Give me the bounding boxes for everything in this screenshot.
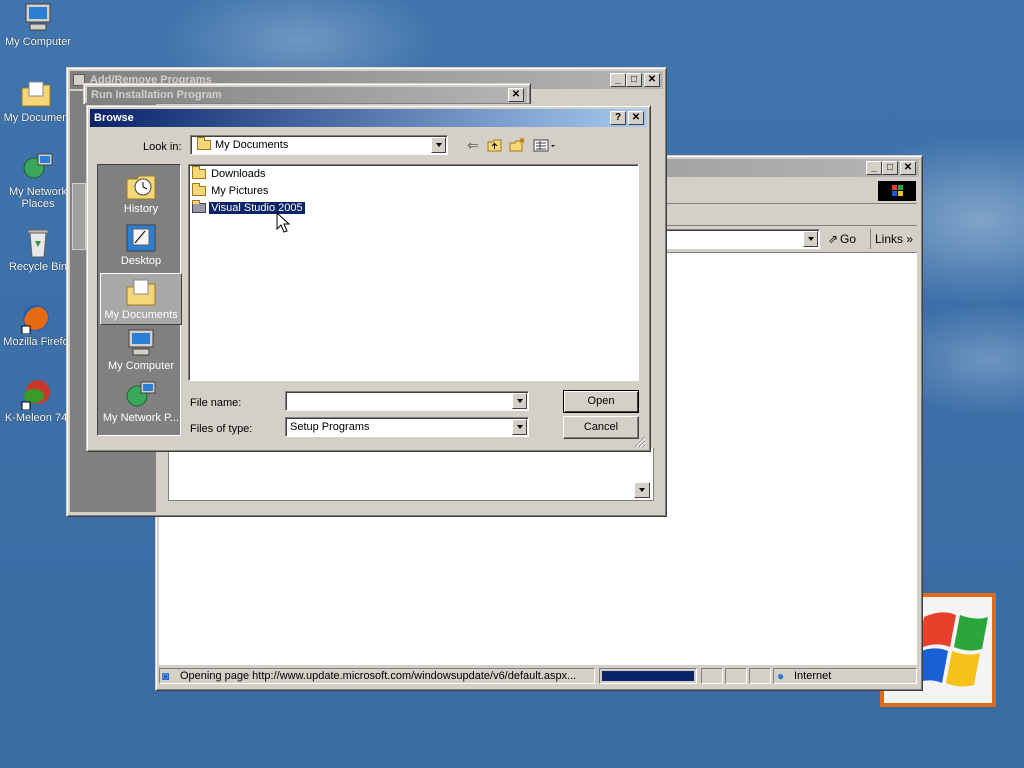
links-toolbar[interactable]: Links » xyxy=(870,229,916,249)
help-button[interactable]: ? xyxy=(610,111,626,125)
desktop-icon-label: Mozilla Firefo xyxy=(3,336,69,348)
view-menu-icon[interactable] xyxy=(532,137,558,153)
folder-icon xyxy=(197,137,211,151)
list-item[interactable]: Downloads xyxy=(192,166,267,182)
close-button[interactable]: ✕ xyxy=(900,161,916,175)
places-item-my-computer[interactable]: My Computer xyxy=(100,325,182,377)
resize-grip-icon[interactable] xyxy=(633,435,646,448)
go-button[interactable]: ⇗ Go xyxy=(826,229,866,249)
cancel-button[interactable]: Cancel xyxy=(563,416,639,439)
ie-throbber xyxy=(878,181,916,201)
scroll-down-arrow[interactable] xyxy=(634,482,650,498)
chevron-down-icon[interactable] xyxy=(803,231,818,247)
desktop-icon-label: K-Meleon 74 xyxy=(4,412,68,424)
places-bar: History Desktop My Documents My Computer… xyxy=(97,164,182,436)
add-remove-side-tab[interactable] xyxy=(72,183,86,250)
folder-icon xyxy=(192,166,206,180)
status-cell-blank xyxy=(725,668,747,684)
desktop-icon-my-documents[interactable]: My Documen xyxy=(0,78,74,124)
files-of-type-label: Files of type: xyxy=(190,423,253,435)
chevron-down-icon[interactable] xyxy=(512,419,527,435)
security-zone: ● Internet xyxy=(773,668,917,684)
maximize-button[interactable]: □ xyxy=(626,73,642,87)
firefox-icon xyxy=(20,302,52,335)
desktop-icon-mozilla-firefox[interactable]: Mozilla Firefo xyxy=(0,302,74,348)
file-name-input[interactable] xyxy=(285,391,529,411)
add-remove-content-panel xyxy=(168,448,654,501)
file-name-label: File name: xyxy=(190,397,242,409)
status-text: ◙ Opening page http://www.update.microso… xyxy=(159,668,595,684)
new-folder-icon[interactable] xyxy=(508,137,526,153)
desktop-icon xyxy=(125,223,157,253)
files-of-type-dropdown[interactable]: Setup Programs xyxy=(285,417,529,437)
places-item-desktop[interactable]: Desktop xyxy=(100,220,182,272)
status-cell-blank xyxy=(701,668,723,684)
computer-icon xyxy=(22,2,54,34)
documents-folder-icon xyxy=(20,78,52,110)
chevron-down-icon[interactable] xyxy=(512,393,527,409)
desktop-icon-my-computer[interactable]: My Computer xyxy=(0,2,76,48)
close-button[interactable]: ✕ xyxy=(644,73,660,87)
file-list[interactable]: Downloads My Pictures Visual Studio 2005 xyxy=(188,164,639,381)
run-install-title-bar[interactable]: Run Installation Program xyxy=(87,87,527,103)
places-item-history[interactable]: History xyxy=(100,168,182,220)
look-in-label: Look in: xyxy=(143,141,182,153)
go-arrow-icon: ⇗ xyxy=(827,232,839,246)
minimize-button[interactable]: _ xyxy=(610,73,626,87)
desktop-icon-label: My Network Places xyxy=(8,186,68,210)
desktop-icon-label: My Documen xyxy=(3,112,69,124)
run-installation-program-dialog[interactable]: Run Installation Program ✕ xyxy=(83,83,531,104)
minimize-button[interactable]: _ xyxy=(866,161,882,175)
desktop-icon-recycle-bin[interactable]: Recycle Bin xyxy=(0,227,76,273)
look-in-dropdown[interactable]: My Documents xyxy=(190,135,448,155)
chevron-right-icon: » xyxy=(906,232,914,246)
pictures-folder-icon xyxy=(192,183,206,197)
browse-title-bar[interactable]: Browse xyxy=(90,109,647,127)
close-button[interactable]: ✕ xyxy=(508,88,524,102)
maximize-button[interactable]: □ xyxy=(882,161,898,175)
progress-bar-fill xyxy=(602,671,694,681)
ie-status-bar: ◙ Opening page http://www.update.microso… xyxy=(159,665,917,687)
chevron-down-icon[interactable] xyxy=(431,137,446,153)
history-icon xyxy=(125,171,157,201)
back-arrow-icon[interactable]: ⇐ xyxy=(464,137,482,153)
desktop-icon-label: Recycle Bin xyxy=(8,261,68,273)
places-item-my-documents[interactable]: My Documents xyxy=(100,273,182,325)
folder-icon xyxy=(192,200,206,214)
mouse-cursor-icon xyxy=(276,211,292,234)
desktop-icon-my-network-places[interactable]: My Network Places xyxy=(0,152,76,210)
desktop-icon-label: My Computer xyxy=(4,36,72,48)
open-button[interactable]: Open xyxy=(563,390,639,413)
documents-folder-icon xyxy=(125,277,157,307)
up-folder-icon[interactable] xyxy=(486,137,504,153)
globe-icon: ● xyxy=(777,669,785,683)
desktop-icon-k-meleon[interactable]: K-Meleon 74 xyxy=(0,378,74,424)
k-meleon-icon xyxy=(20,378,52,411)
page-loading-icon: ◙ xyxy=(162,669,170,683)
network-icon xyxy=(125,380,157,410)
network-icon xyxy=(22,152,54,184)
close-button[interactable]: ✕ xyxy=(628,111,644,125)
recycle-bin-icon xyxy=(22,227,54,259)
status-cell-blank xyxy=(749,668,771,684)
places-item-my-network-places[interactable]: My Network P... xyxy=(100,377,182,429)
list-item[interactable]: My Pictures xyxy=(192,183,271,199)
browse-dialog[interactable]: Browse ? ✕ Look in: My Documents ⇐ Histo… xyxy=(86,105,651,452)
computer-icon xyxy=(125,328,157,358)
progress-bar xyxy=(599,668,697,684)
